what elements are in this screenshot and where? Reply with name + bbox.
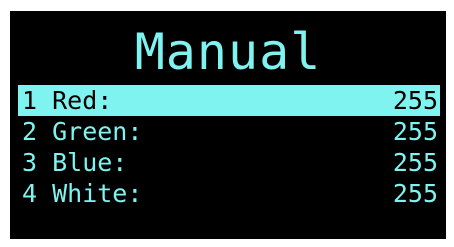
- menu-item-label: 4 White:: [22, 179, 143, 208]
- menu-item-value: 255: [392, 148, 438, 177]
- screen-title: Manual: [134, 23, 322, 81]
- menu-item-label: 2 Green:: [22, 117, 143, 146]
- menu-item-red[interactable]: 1 Red: 255: [18, 85, 440, 116]
- menu-item-value: 255: [392, 117, 438, 146]
- menu-item-white[interactable]: 4 White: 255: [18, 178, 440, 209]
- menu-list: 1 Red: 255 2 Green: 255 3 Blue: 255 4 Wh…: [18, 85, 440, 209]
- menu-item-value: 255: [392, 86, 438, 115]
- menu-item-label: 1 Red:: [22, 86, 113, 115]
- menu-item-value: 255: [392, 179, 438, 208]
- device-screen: Manual 1 Red: 255 2 Green: 255 3 Blue: 2…: [10, 11, 446, 239]
- menu-item-green[interactable]: 2 Green: 255: [18, 116, 440, 147]
- menu-item-label: 3 Blue:: [22, 148, 128, 177]
- menu-item-blue[interactable]: 3 Blue: 255: [18, 147, 440, 178]
